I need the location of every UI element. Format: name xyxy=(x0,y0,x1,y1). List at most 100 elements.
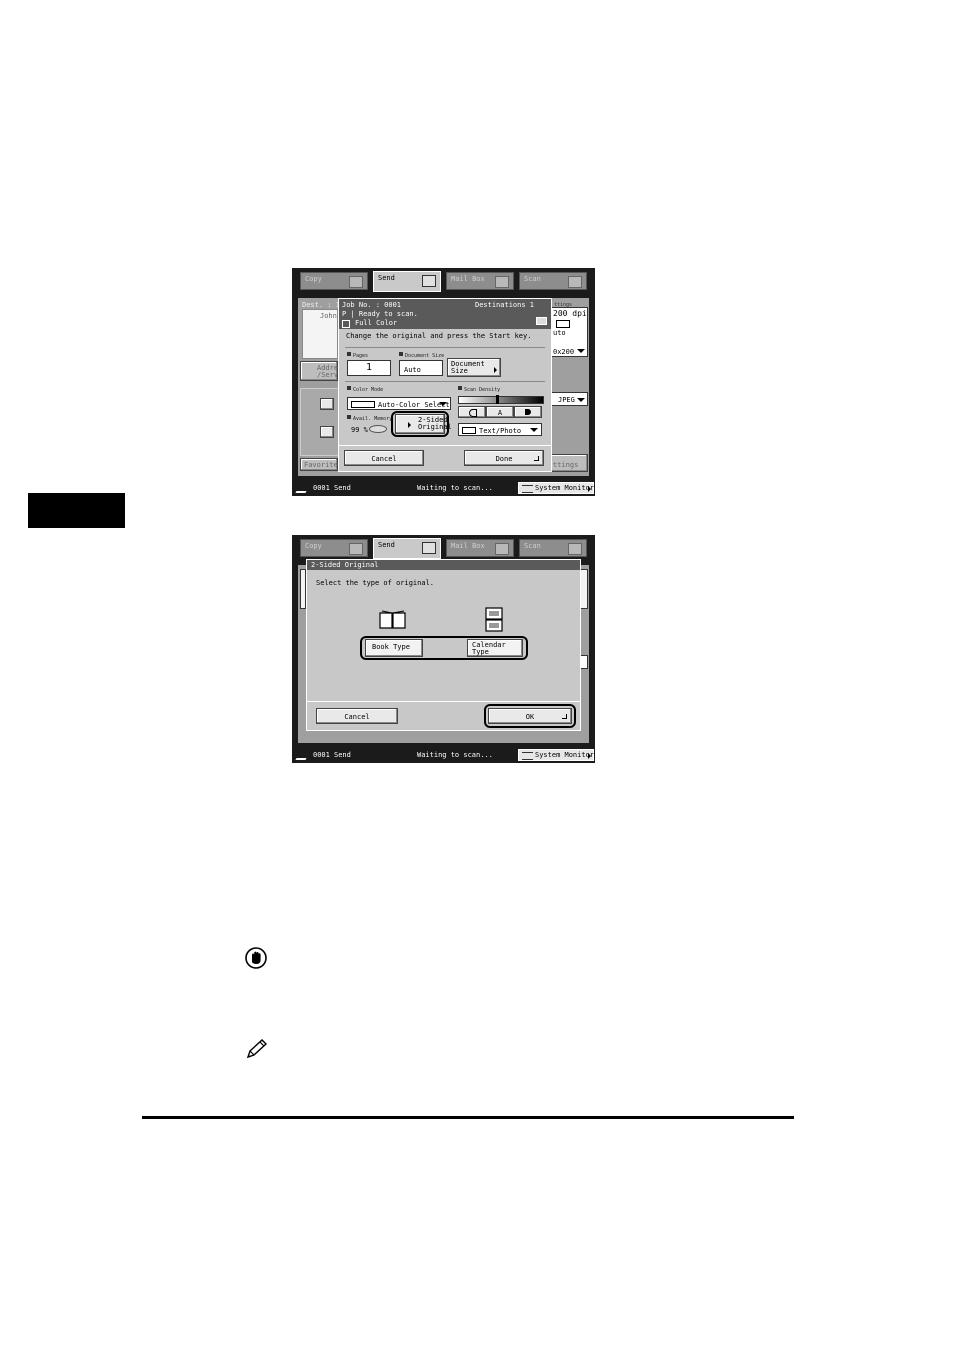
tab-send[interactable]: Send xyxy=(373,538,441,559)
resolution-value: 200 dpi xyxy=(553,309,587,318)
page-divider-rule xyxy=(142,1116,794,1119)
tab-label: Scan xyxy=(524,275,541,283)
two-sided-original-screen: Copy Send Mail Box Scan 2-Sided Original… xyxy=(292,535,595,763)
scan-icon xyxy=(568,276,582,288)
tab-send[interactable]: Send xyxy=(373,271,441,292)
system-monitor-label: System Monitor xyxy=(535,751,595,759)
scan-settings-dialog: Job No. : 0001 Destinations 1 P | Ready … xyxy=(338,298,552,472)
divider xyxy=(307,701,580,702)
chevron-right-icon xyxy=(494,367,497,373)
color-mode-icon xyxy=(556,320,570,328)
tab-copy[interactable]: Copy xyxy=(300,272,368,290)
system-monitor-button[interactable]: System Monitor xyxy=(518,749,594,761)
status-job: 0001 xyxy=(313,484,330,492)
dialog-title: 2-Sided Original xyxy=(311,561,379,569)
document-size-label: Document Size xyxy=(399,352,444,360)
book-type-button[interactable]: Book Type xyxy=(365,639,423,657)
memory-value: 99 % xyxy=(351,426,368,434)
tab-label: Send xyxy=(378,541,395,549)
scan-density-label: Scan Density xyxy=(458,386,500,394)
density-auto-label: A xyxy=(497,409,503,417)
tab-mail-box[interactable]: Mail Box xyxy=(446,539,514,557)
favorites-button[interactable]: Favorites xyxy=(300,458,342,471)
status-mode: Send xyxy=(334,484,351,492)
one-touch-button[interactable] xyxy=(320,398,334,410)
density-thumb[interactable] xyxy=(496,395,499,404)
server-label: /Serv xyxy=(317,371,339,379)
density-auto-button[interactable]: A xyxy=(486,406,514,418)
color-status: Full Color xyxy=(355,319,398,327)
dest-count: Dest. : 1 xyxy=(302,301,340,309)
settings-btn-label: ttings xyxy=(553,461,579,469)
favorites-label: Favorites xyxy=(304,461,342,469)
color-mode-select[interactable]: Auto-Color Select xyxy=(347,397,451,410)
chevron-down-icon xyxy=(530,428,538,432)
memory-label: Avail. Memory xyxy=(347,415,392,423)
status-bar: 0001 Send Waiting to scan... System Moni… xyxy=(292,747,595,763)
destinations-count: Destinations 1 xyxy=(474,301,534,309)
job-number: Job No. : 0001 xyxy=(342,301,402,309)
instruction-text: Select the type of original. xyxy=(316,579,435,587)
file-format-value: JPEG xyxy=(558,396,575,404)
pages-field[interactable]: 1 xyxy=(347,360,391,376)
full-color-icon xyxy=(342,320,350,328)
status-message: Waiting to scan... xyxy=(417,751,493,759)
divider xyxy=(345,347,545,348)
lighter-icon xyxy=(469,409,477,417)
address-book-button[interactable]: Addre /Serv xyxy=(300,361,338,381)
calendar-type-icon xyxy=(485,607,503,632)
divider xyxy=(345,381,545,382)
darker-icon xyxy=(525,409,531,415)
chevron-down-icon xyxy=(577,349,585,353)
monitor-icon xyxy=(522,485,533,493)
image-type-select[interactable]: Text/Photo xyxy=(458,423,542,436)
tab-mail-box[interactable]: Mail Box xyxy=(446,272,514,290)
tab-scan[interactable]: Scan xyxy=(519,272,587,290)
send-screen-scan-settings: Copy Send Mail Box Scan Dest. : 1 John A… xyxy=(292,268,595,496)
send-settings-button[interactable]: ttings xyxy=(550,454,588,472)
ok-button[interactable]: OK xyxy=(488,708,572,724)
cancel-button[interactable]: Cancel xyxy=(344,450,424,466)
resolution-size: 0x200 xyxy=(553,348,575,356)
color-mode-icon xyxy=(351,401,375,408)
send-status-icon xyxy=(295,484,311,493)
tab-label: Mail Box xyxy=(451,275,485,283)
pages-label: Pages xyxy=(347,352,368,360)
chevron-right-icon xyxy=(588,753,591,759)
two-sided-original-button[interactable]: 2-Sided Original xyxy=(395,414,452,434)
two-sided-original-dialog: 2-Sided Original Select the type of orig… xyxy=(306,559,581,731)
instruction-text: Change the original and press the Start … xyxy=(346,332,532,340)
book-type-label: Book Type xyxy=(372,643,410,651)
enter-corner-icon xyxy=(562,714,567,719)
enter-corner-icon xyxy=(534,456,539,461)
coded-dial-button[interactable] xyxy=(320,426,334,438)
tab-label: Send xyxy=(378,274,395,282)
auto-value: uto xyxy=(553,329,566,337)
dest-name: John xyxy=(320,312,337,320)
density-darker-button[interactable] xyxy=(514,406,542,418)
tab-scan[interactable]: Scan xyxy=(519,539,587,557)
monitor-icon xyxy=(522,752,533,760)
calendar-type-button[interactable]: Calendar Type xyxy=(467,639,523,657)
chevron-right-icon xyxy=(588,486,591,492)
chevron-down-icon xyxy=(439,402,447,406)
send-status-icon xyxy=(295,751,311,760)
status-mode: Send xyxy=(334,751,351,759)
scan-icon xyxy=(568,543,582,555)
tab-copy[interactable]: Copy xyxy=(300,539,368,557)
system-monitor-button[interactable]: System Monitor xyxy=(518,482,594,494)
image-type-value: Text/Photo xyxy=(479,427,522,435)
send-icon xyxy=(422,275,436,287)
cancel-button[interactable]: Cancel xyxy=(316,708,398,724)
book-type-icon xyxy=(379,610,406,629)
cancel-label: Cancel xyxy=(344,713,370,721)
done-button[interactable]: Done xyxy=(464,450,544,466)
density-slider[interactable] xyxy=(458,396,544,404)
document-size-btn-line2: Size xyxy=(451,367,468,375)
document-size-field: Auto xyxy=(399,360,443,376)
document-size-button[interactable]: Document Size xyxy=(447,358,501,377)
chevron-down-icon xyxy=(577,398,585,402)
density-lighter-button[interactable] xyxy=(458,406,486,418)
tab-label: Scan xyxy=(524,542,541,550)
chapter-tab xyxy=(28,493,125,528)
